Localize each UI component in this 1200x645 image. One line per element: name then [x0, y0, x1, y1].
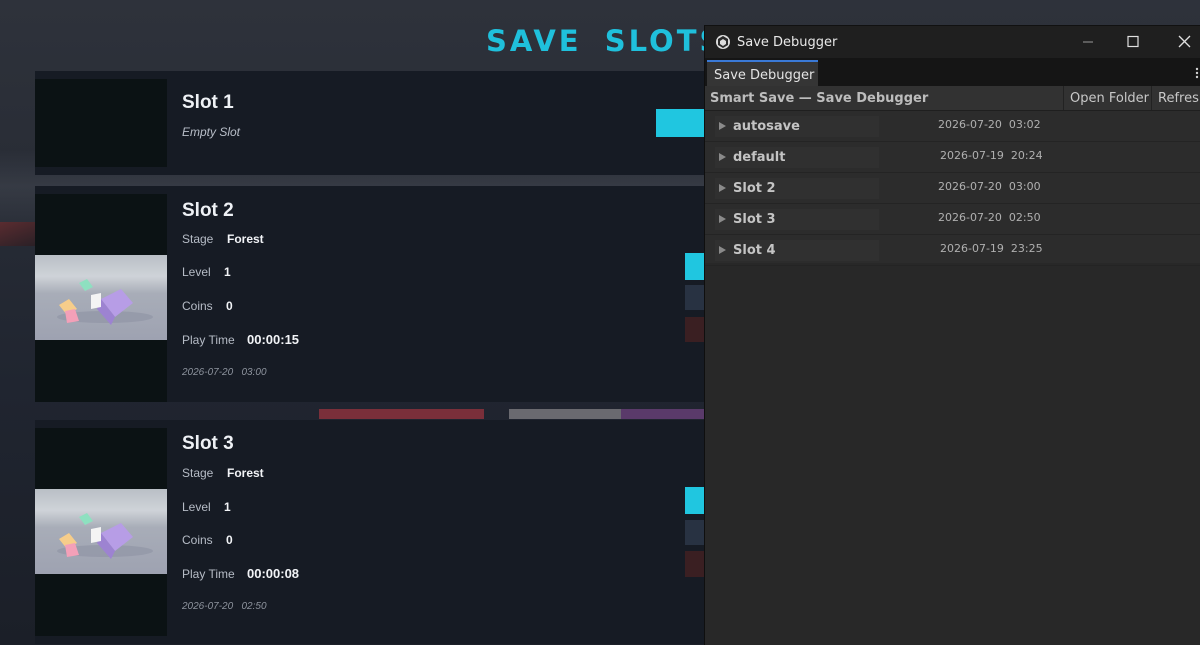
- triangle-right-icon: [719, 122, 726, 130]
- triangle-right-icon: [719, 184, 726, 192]
- save-entry-date: 2026-07-20 03:00: [938, 180, 1041, 193]
- background-decoration: [0, 222, 35, 246]
- save-slot-3[interactable]: Slot 3 Stage Forest Level 1 Coins 0 Play…: [35, 420, 705, 644]
- background-decoration: [509, 409, 621, 419]
- slot-date: 2026-07-20 03:00: [182, 367, 267, 378]
- save-entry-date: 2026-07-19 20:24: [940, 149, 1043, 162]
- slot-1-load-button[interactable]: [656, 109, 705, 137]
- close-icon: [1178, 35, 1191, 48]
- background-decoration: [621, 409, 705, 419]
- stage-value: Forest: [227, 232, 264, 246]
- window-title: Save Debugger: [737, 35, 838, 50]
- slot-2-save-button[interactable]: [685, 285, 705, 310]
- slot-date: 2026-07-20 02:50: [182, 601, 267, 612]
- coins-label: Coins: [182, 299, 213, 313]
- save-debugger-window[interactable]: Save Debugger Save Debugger Smart Save —…: [704, 25, 1200, 645]
- playtime-label: Play Time: [182, 567, 235, 581]
- save-entry-foldout[interactable]: default: [715, 147, 879, 168]
- close-button[interactable]: [1157, 26, 1200, 58]
- page-title: SAVE SLOTS: [486, 24, 724, 58]
- triangle-right-icon: [719, 153, 726, 161]
- save-entry-name: default: [733, 150, 786, 165]
- slot-2-delete-button[interactable]: [685, 317, 705, 342]
- background-decoration: [319, 409, 484, 419]
- save-entry-foldout[interactable]: Slot 4: [715, 240, 879, 261]
- maximize-icon: [1127, 35, 1139, 48]
- level-value: 1: [224, 500, 231, 514]
- maximize-button[interactable]: [1110, 26, 1156, 58]
- tab-save-debugger[interactable]: Save Debugger: [707, 60, 818, 86]
- slot-empty-label: Empty Slot: [182, 125, 241, 139]
- save-entry-date: 2026-07-20 03:02: [938, 118, 1041, 131]
- save-slot-1[interactable]: Slot 1 Empty Slot: [35, 71, 705, 175]
- thumbnail-image: [35, 255, 167, 340]
- minimize-button[interactable]: [1065, 26, 1111, 58]
- save-entry-name: Slot 4: [733, 243, 776, 258]
- slot-3-save-button[interactable]: [685, 520, 705, 545]
- triangle-right-icon: [719, 215, 726, 223]
- save-entry-foldout[interactable]: Slot 2: [715, 178, 879, 199]
- unity-icon: [715, 34, 731, 50]
- level-label: Level: [182, 265, 211, 279]
- slot-3-load-button[interactable]: [685, 487, 705, 514]
- slot-thumbnail: [35, 194, 167, 402]
- save-entry-row[interactable]: autosave 2026-07-20 03:02: [705, 111, 1200, 142]
- playtime-value: 00:00:08: [247, 566, 300, 581]
- tab-strip: Save Debugger: [705, 58, 1200, 86]
- coins-value: 0: [226, 299, 233, 313]
- save-entry-date: 2026-07-20 02:50: [938, 211, 1041, 224]
- level-value: 1: [224, 265, 231, 279]
- save-entry-name: Slot 2: [733, 181, 776, 196]
- slot-thumbnail: [35, 79, 167, 167]
- more-vertical-icon[interactable]: [1194, 66, 1200, 80]
- refresh-button[interactable]: Refresh: [1151, 86, 1200, 110]
- coins-value: 0: [226, 533, 233, 547]
- save-entry-row[interactable]: Slot 3 2026-07-20 02:50: [705, 204, 1200, 235]
- save-entry-name: Slot 3: [733, 212, 776, 227]
- window-titlebar[interactable]: Save Debugger: [705, 26, 1200, 58]
- save-entry-foldout[interactable]: autosave: [715, 116, 879, 137]
- slot-3-delete-button[interactable]: [685, 551, 705, 577]
- slot-thumbnail: [35, 428, 167, 636]
- slot-name: Slot 1: [182, 92, 234, 113]
- open-folder-button[interactable]: Open Folder: [1063, 86, 1151, 110]
- save-entry-date: 2026-07-19 23:25: [940, 242, 1043, 255]
- thumbnail-image: [35, 489, 167, 574]
- debugger-toolbar: Smart Save — Save Debugger Open Folder R…: [705, 86, 1200, 111]
- save-entry-row[interactable]: default 2026-07-19 20:24: [705, 142, 1200, 173]
- stage-label: Stage: [182, 232, 214, 246]
- save-entry-row[interactable]: Slot 2 2026-07-20 03:00: [705, 173, 1200, 204]
- slot-name: Slot 2: [182, 200, 234, 221]
- slot-name: Slot 3: [182, 433, 234, 454]
- save-slot-2[interactable]: Slot 2 Stage Forest Level 1 Coins 0 Play…: [35, 186, 705, 402]
- playtime-value: 00:00:15: [247, 332, 300, 347]
- debugger-heading: Smart Save — Save Debugger: [710, 91, 929, 106]
- level-label: Level: [182, 500, 211, 514]
- minimize-icon: [1083, 41, 1093, 43]
- save-entry-list: autosave 2026-07-20 03:02 default 2026-0…: [705, 111, 1200, 266]
- stage-value: Forest: [227, 466, 264, 480]
- triangle-right-icon: [719, 246, 726, 254]
- save-entry-foldout[interactable]: Slot 3: [715, 209, 879, 230]
- coins-label: Coins: [182, 533, 213, 547]
- playtime-label: Play Time: [182, 333, 235, 347]
- save-entry-name: autosave: [733, 119, 800, 134]
- save-entry-row[interactable]: Slot 4 2026-07-19 23:25: [705, 235, 1200, 266]
- slot-2-load-button[interactable]: [685, 253, 705, 280]
- stage-label: Stage: [182, 466, 214, 480]
